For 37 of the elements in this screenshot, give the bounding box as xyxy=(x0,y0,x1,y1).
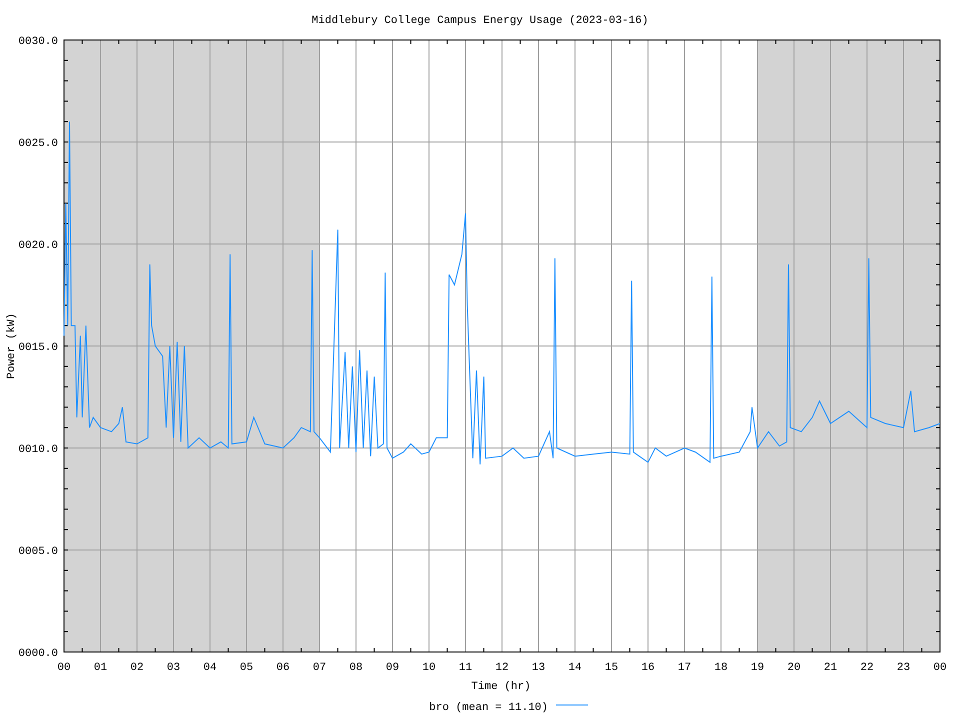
x-axis-label: Time (hr) xyxy=(471,681,531,693)
tick-label: 08 xyxy=(349,662,363,674)
tick-label: 0000.0 xyxy=(18,648,58,660)
tick-label: 0025.0 xyxy=(18,138,58,150)
chart-title: Middlebury College Campus Energy Usage (2023-03-16) xyxy=(312,15,648,27)
tick-label: 22 xyxy=(860,662,874,674)
tick-label: 0020.0 xyxy=(18,240,58,252)
tick-label: 11 xyxy=(458,662,472,674)
tick-label: 19 xyxy=(750,662,764,674)
tick-label: 00 xyxy=(933,662,947,674)
tick-label: 00 xyxy=(57,662,71,674)
tick-label: 13 xyxy=(532,662,546,674)
tick-label: 14 xyxy=(568,662,582,674)
tick-label: 04 xyxy=(203,662,217,674)
tick-label: 16 xyxy=(641,662,655,674)
tick-label: 0005.0 xyxy=(18,546,58,558)
tick-label: 07 xyxy=(312,662,326,674)
tick-label: 23 xyxy=(896,662,910,674)
tick-label: 18 xyxy=(714,662,728,674)
tick-label: 15 xyxy=(604,662,618,674)
tick-label: 20 xyxy=(787,662,801,674)
tick-label: 0010.0 xyxy=(18,444,58,456)
tick-label: 01 xyxy=(94,662,108,674)
tick-label: 0030.0 xyxy=(18,36,58,48)
tick-label: 03 xyxy=(166,662,180,674)
tick-label: 02 xyxy=(130,662,144,674)
tick-label: 0015.0 xyxy=(18,342,58,354)
tick-label: 06 xyxy=(276,662,290,674)
tick-label: 21 xyxy=(824,662,838,674)
legend-line-icon xyxy=(556,704,588,706)
tick-label: 12 xyxy=(495,662,509,674)
tick-label: 05 xyxy=(240,662,254,674)
tick-label: 09 xyxy=(386,662,400,674)
y-axis-label: Power (kW) xyxy=(6,313,18,379)
legend-label: bro (mean = 11.10) xyxy=(429,702,548,714)
tick-label: 10 xyxy=(422,662,436,674)
tick-label: 17 xyxy=(678,662,692,674)
